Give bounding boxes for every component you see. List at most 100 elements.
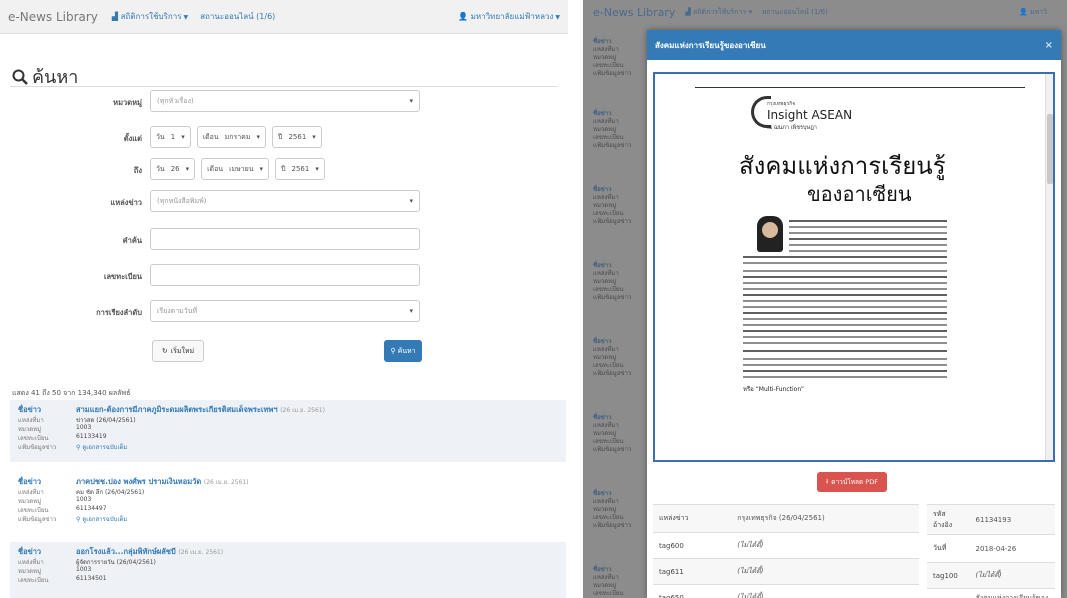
to-year-select[interactable]: ปี 2561 ▾ bbox=[275, 158, 325, 180]
field-key: แหล่งที่มา bbox=[593, 422, 619, 429]
sort-value: เรียงตามวันที่ bbox=[157, 306, 198, 315]
metadata-value: กรุงเทพธุรกิจ (26/04/2561) bbox=[731, 504, 919, 533]
detail-view: e-News Library ▟ สถิติการใช้บริการ ▾ สถา… bbox=[583, 0, 1067, 598]
search-icon: ⚲ bbox=[76, 516, 81, 523]
viewer-scrollbar[interactable] bbox=[1045, 74, 1053, 460]
view-fulltext-label: ดูเอกสารฉบับเต็ม bbox=[82, 444, 128, 451]
brand-link[interactable]: e-News Library bbox=[593, 6, 675, 19]
year-value: 2561 bbox=[288, 133, 307, 141]
dimmed-result-item: ชื่อข่าวแหล่งที่มาหมวดหมู่เลขทะเบียนแฟ้ม… bbox=[593, 38, 645, 78]
article-text-line bbox=[789, 244, 947, 246]
field-key: แฟ้มข้อมูลข่าว bbox=[593, 522, 632, 529]
field-value: 1003 bbox=[76, 566, 92, 573]
user-menu-label: มหาวิ bbox=[1029, 7, 1047, 16]
metadata-table-left: แหล่งข่าว กรุงเทพธุรกิจ (26/04/2561) tag60… bbox=[653, 504, 919, 598]
download-pdf-label: ดาวน์โหลด PDF bbox=[831, 478, 878, 486]
stats-menu[interactable]: ▟ สถิติการใช้บริการ ▾ bbox=[685, 7, 752, 18]
dimmed-result-item: ชื่อข่าวแหล่งที่มาหมวดหมู่เลขทะเบียนแฟ้ม… bbox=[593, 490, 645, 530]
close-icon[interactable]: × bbox=[1045, 40, 1053, 51]
article-text-line bbox=[743, 342, 947, 344]
reset-label: เริ่มใหม่ bbox=[170, 346, 195, 355]
category-select[interactable]: (ทุกหัวเรื่อง) ▾ bbox=[150, 90, 420, 112]
article-text-line bbox=[743, 276, 947, 278]
sort-select[interactable]: เรียงตามวันที่ ▾ bbox=[150, 300, 420, 322]
field-key: แหล่งที่มา bbox=[18, 417, 44, 424]
result-field: แฟ้มข้อมูลข่าว ⚲ ดูเอกสารฉบับเต็ม bbox=[18, 442, 127, 452]
to-day-select[interactable]: วัน 26 ▾ bbox=[150, 158, 196, 180]
article-text-line bbox=[789, 226, 947, 228]
article-text-line bbox=[743, 256, 947, 258]
date-from-group: วัน 1 ▾ เดือน มกราคม ▾ ปี 2561 ▾ bbox=[150, 126, 322, 148]
article-text-line bbox=[789, 238, 947, 240]
field-key: เลขทะเบียน bbox=[593, 362, 624, 369]
chevron-down-icon: ▾ bbox=[181, 133, 185, 141]
field-key: หมวดหมู่ bbox=[18, 568, 42, 575]
field-key: หมวดหมู่ bbox=[593, 354, 617, 361]
brand-link[interactable]: e-News Library bbox=[8, 10, 98, 24]
article-text-line bbox=[743, 306, 947, 308]
field-value: 61134501 bbox=[76, 575, 107, 582]
pdf-viewer[interactable]: กรุงเทพธุรกิจ Insight ASEAN ณ ฌนภา เพ็ชร… bbox=[653, 72, 1055, 462]
metadata-key: tag100 bbox=[927, 562, 970, 589]
result-title: สามแยก-ต้องการมีภาคภูมิระดมผลิตพระเกียรต… bbox=[76, 405, 278, 414]
user-menu[interactable]: 👤 มหาวิ bbox=[1019, 7, 1047, 18]
chevron-down-icon: ▾ bbox=[409, 197, 413, 205]
article-text-line bbox=[743, 376, 947, 378]
field-key: เลขทะเบียน bbox=[593, 62, 624, 69]
field-key: แฟ้มข้อมูลข่าว bbox=[593, 294, 632, 301]
dimmed-result-item: ชื่อข่าวแหล่งที่มาหมวดหมู่เลขทะเบียนแฟ้ม… bbox=[593, 110, 645, 150]
from-year-select[interactable]: ปี 2561 ▾ bbox=[272, 126, 322, 148]
article-kicker: กรุงเทพธุรกิจ bbox=[767, 101, 796, 107]
field-key: หมวดหมู่ bbox=[593, 506, 617, 513]
from-day-select[interactable]: วัน 1 ▾ bbox=[150, 126, 191, 148]
from-month-select[interactable]: เดือน มกราคม ▾ bbox=[196, 126, 266, 148]
view-fulltext-label: ดูเอกสารฉบับเต็ม bbox=[82, 516, 128, 523]
view-fulltext-link[interactable]: ⚲ ดูเอกสารฉบับเต็ม bbox=[76, 442, 127, 452]
field-key: แหล่งที่มา bbox=[593, 118, 619, 125]
category-row: หมวดหมู่ (ทุกหัวเรื่อง) ▾ bbox=[0, 90, 568, 112]
user-menu[interactable]: 👤 มหาวิทยาลัยแม่ฟ้าหลวง ▼ bbox=[458, 10, 560, 23]
search-button[interactable]: ⚲ ค้นหา bbox=[384, 340, 422, 362]
result-field: เลขทะเบียน 61134501 bbox=[18, 575, 107, 585]
article-text-line bbox=[789, 250, 947, 252]
navbar: e-News Library ▟ สถิติการใช้บริการ ▼ สถาน… bbox=[0, 0, 568, 34]
article-text-line bbox=[743, 364, 947, 366]
date-to-label: ถึง bbox=[133, 166, 142, 175]
metadata-row: tag611 (ไม่ได้ดี้) bbox=[653, 558, 919, 585]
online-status-link[interactable]: สถานะออนไลน์ (1/6) bbox=[200, 10, 275, 23]
stats-menu[interactable]: ▟ สถิติการใช้บริการ ▼ bbox=[112, 10, 188, 23]
field-key: หมวดหมู่ bbox=[18, 498, 42, 505]
article-text-line bbox=[743, 294, 947, 296]
dimmed-result-item: ชื่อข่าวแหล่งที่มาหมวดหมู่เลขทะเบียนแฟ้ม… bbox=[593, 338, 645, 378]
field-key: แหล่งที่มา bbox=[593, 498, 619, 505]
chevron-down-icon: ▾ bbox=[409, 97, 413, 105]
date-to-row: ถึง วัน 26 ▾ เดือน เมษายน ▾ ปี 2561 ▾ bbox=[0, 158, 568, 180]
scroll-thumb[interactable] bbox=[1047, 114, 1053, 184]
result-head: ชื่อข่าว bbox=[593, 414, 612, 421]
source-select[interactable]: (ทุกหนังสือพิมพ์) ▾ bbox=[150, 190, 420, 212]
metadata-value: สังคมแห่งการเรียนรู้ของอาเซียน bbox=[969, 588, 1055, 598]
to-month-select[interactable]: เดือน เมษายน ▾ bbox=[201, 158, 270, 180]
metadata-key: แหล่งข่าว bbox=[653, 504, 732, 533]
metadata-row: tag600 (ไม่ได้ดี้) bbox=[653, 532, 919, 559]
download-icon: ⭳ bbox=[826, 476, 829, 485]
online-status-link[interactable]: สถานะออนไลน์ (1/6) bbox=[762, 7, 828, 18]
reset-button[interactable]: ↻ เริ่มใหม่ bbox=[152, 340, 204, 362]
reg-no-input[interactable] bbox=[150, 264, 420, 286]
metadata-value: (ไม่ได้ดี้) bbox=[731, 558, 919, 585]
keyword-input[interactable] bbox=[150, 228, 420, 250]
view-fulltext-link[interactable]: ⚲ ดูเอกสารฉบับเต็ม bbox=[76, 514, 127, 524]
sort-row: การเรียงลำดับ เรียงตามวันที่ ▾ bbox=[0, 300, 568, 322]
source-value: (ทุกหนังสือพิมพ์) bbox=[157, 196, 207, 205]
result-field: แฟ้มข้อมูลข่าว ⚲ ดูเอกสารฉบับเต็ม bbox=[18, 514, 127, 524]
metadata-key: tag600 bbox=[653, 532, 732, 559]
article-text-line bbox=[743, 282, 947, 284]
metadata-row: รหัส อ้างอิง 61134193 bbox=[927, 504, 1055, 535]
reg-no-label: เลขทะเบียน bbox=[103, 272, 142, 281]
result-date: (26 เม.ย. 2561) bbox=[203, 479, 249, 486]
metadata-key: วันที่ bbox=[927, 534, 970, 563]
chevron-down-icon: ▾ bbox=[312, 133, 316, 141]
download-pdf-button[interactable]: ⭳ ดาวน์โหลด PDF bbox=[817, 472, 887, 492]
caret-down-icon: ▾ bbox=[748, 7, 753, 16]
field-key: เลขทะเบียน bbox=[593, 286, 624, 293]
